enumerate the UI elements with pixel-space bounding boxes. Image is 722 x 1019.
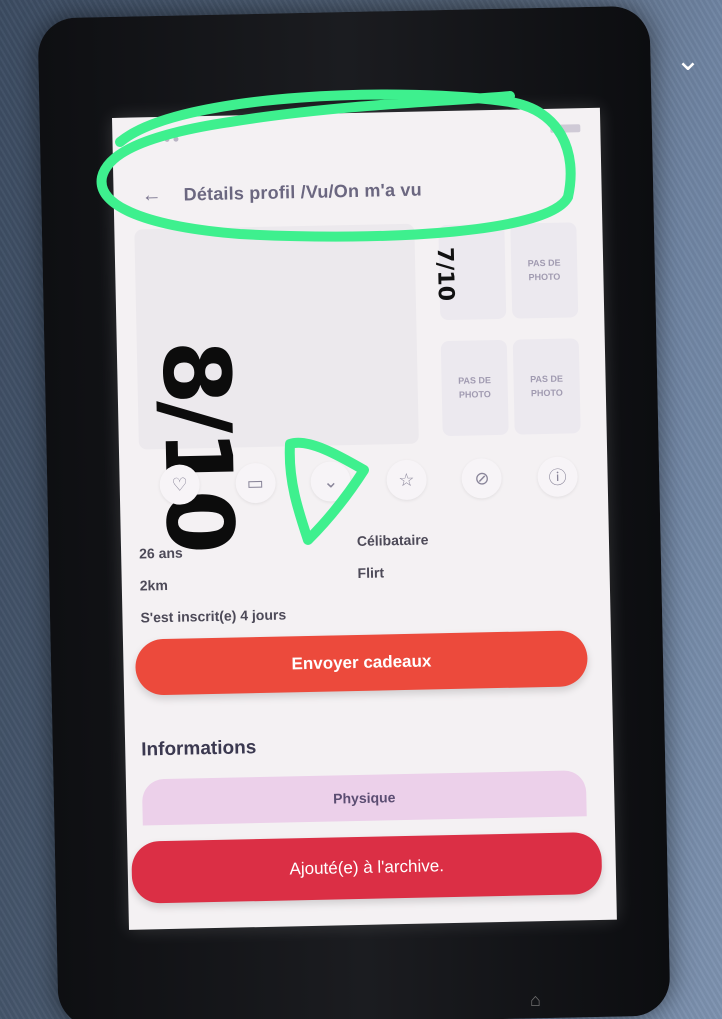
chat-icon[interactable]: ▭ bbox=[234, 462, 276, 504]
heart-icon[interactable]: ♡ bbox=[159, 464, 201, 506]
photo-slot-3[interactable]: PAS DE PHOTO bbox=[440, 339, 509, 437]
arrow-left-icon[interactable]: ← bbox=[141, 183, 161, 206]
status-bar-icons bbox=[550, 124, 581, 133]
status-bar-dots bbox=[164, 137, 178, 142]
chat-glyph: ▭ bbox=[246, 472, 264, 493]
phone-screen: ← Détails profil /Vu/On m'a vu PAS DE PH… bbox=[112, 107, 617, 930]
handwritten-rating-big: 8/10 bbox=[141, 339, 254, 552]
star-glyph: ☆ bbox=[398, 469, 415, 490]
photo-slot-2[interactable]: PAS DE PHOTO bbox=[510, 222, 579, 319]
action-bar: ♡ ▭ ⌄ ☆ ⊘ ⓘ bbox=[159, 456, 578, 506]
info-icon[interactable]: ⓘ bbox=[537, 456, 578, 498]
relationship-status-text: Célibataire bbox=[356, 531, 429, 549]
info-glyph: ⓘ bbox=[548, 467, 567, 488]
archive-button[interactable]: Ajouté(e) à l'archive. bbox=[131, 831, 603, 904]
age-text: 26 ans bbox=[138, 544, 183, 562]
chevron-glyph: ⌄ bbox=[323, 470, 339, 492]
distance-text: 2km bbox=[139, 576, 168, 594]
profile-info-right: Célibataire Flirt bbox=[357, 523, 430, 588]
photo-grid: PAS DE PHOTO PAS DE PHOTO PAS DE PHOTO 7… bbox=[134, 220, 593, 551]
top-bar: ← Détails profil /Vu/On m'a vu bbox=[141, 166, 582, 215]
intent-text: Flirt bbox=[357, 564, 385, 581]
no-photo-label: PAS DE PHOTO bbox=[527, 257, 561, 282]
home-icon: ⌂ bbox=[530, 990, 541, 1010]
block-glyph: ⊘ bbox=[474, 467, 490, 488]
chevron-down-icon[interactable]: ⌄ bbox=[668, 40, 708, 80]
tab-physique[interactable]: Physique bbox=[141, 770, 587, 826]
handwritten-rating-small: 7/10 bbox=[431, 246, 458, 302]
block-icon[interactable]: ⊘ bbox=[461, 457, 503, 499]
chevron-down-icon[interactable]: ⌄ bbox=[310, 461, 352, 502]
section-title-informations: Informations bbox=[141, 737, 257, 761]
star-icon[interactable]: ☆ bbox=[386, 459, 427, 501]
joined-text: S'est inscrit(e) 4 jours bbox=[140, 606, 287, 626]
heart-glyph: ♡ bbox=[171, 473, 188, 495]
photo-slot-4[interactable]: PAS DE PHOTO bbox=[512, 338, 581, 435]
profile-info-left: 26 ans 2km S'est inscrit(e) 4 jours bbox=[139, 534, 287, 633]
no-photo-label: PAS DE PHOTO bbox=[458, 375, 492, 400]
page-title: Détails profil /Vu/On m'a vu bbox=[183, 179, 423, 205]
no-photo-label: PAS DE PHOTO bbox=[530, 373, 564, 398]
photo-background: ← Détails profil /Vu/On m'a vu PAS DE PH… bbox=[0, 0, 722, 1019]
send-gift-button[interactable]: Envoyer cadeaux bbox=[134, 630, 589, 696]
